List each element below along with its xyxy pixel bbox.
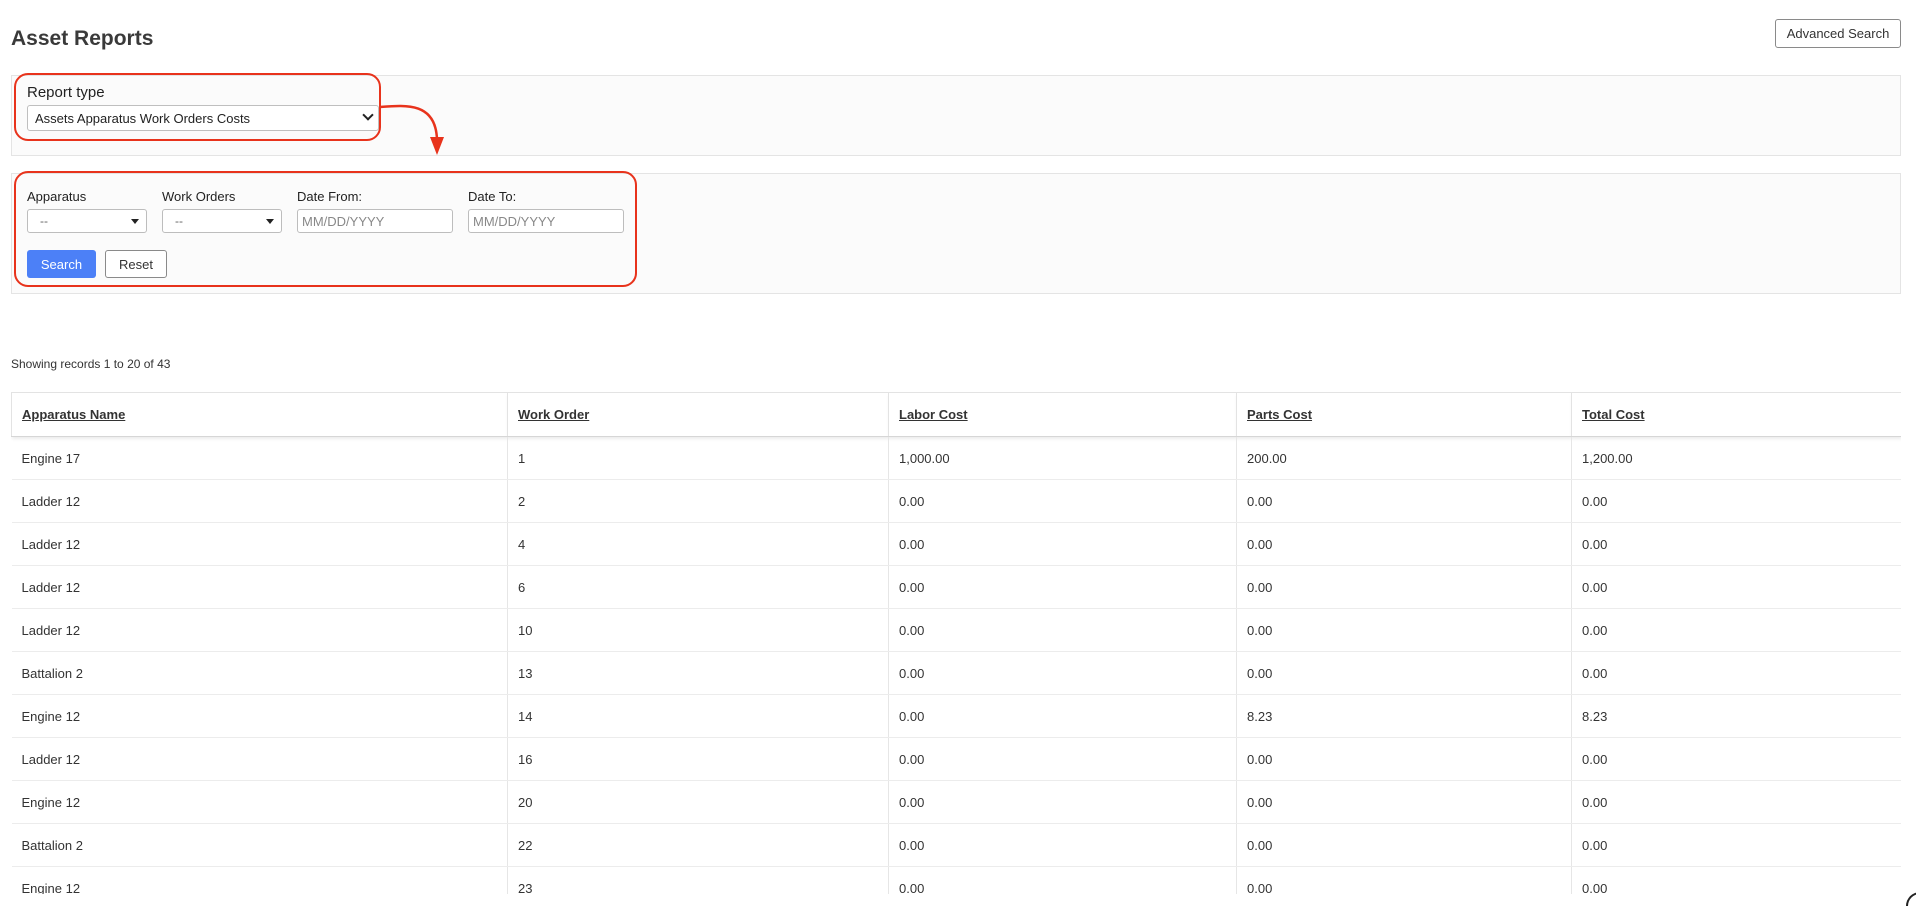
cell-parts-cost: 0.00 xyxy=(1236,565,1572,609)
caret-down-icon xyxy=(266,219,274,224)
cell-labor-cost: 0.00 xyxy=(888,651,1237,695)
column-header-apparatus-name[interactable]: Apparatus Name xyxy=(11,392,508,437)
cell-parts-cost: 200.00 xyxy=(1236,436,1572,480)
table-row: Engine 17 1 1,000.00 200.00 1,200.00 xyxy=(11,436,1901,480)
cell-total-cost: 1,200.00 xyxy=(1571,436,1901,480)
column-header-work-order[interactable]: Work Order xyxy=(507,392,889,437)
report-type-value: Assets Apparatus Work Orders Costs xyxy=(35,111,251,126)
cell-parts-cost: 0.00 xyxy=(1236,737,1572,781)
cell-total-cost: 0.00 xyxy=(1571,737,1901,781)
cell-labor-cost: 0.00 xyxy=(888,780,1237,824)
filters-panel: Apparatus -- Work Orders -- Date From: D… xyxy=(11,173,1901,294)
table-row: Engine 12 20 0.00 0.00 0.00 xyxy=(11,780,1901,824)
resize-corner-icon xyxy=(1906,892,1916,906)
table-row: Battalion 2 22 0.00 0.00 0.00 xyxy=(11,823,1901,867)
apparatus-dropdown[interactable]: -- xyxy=(27,209,147,233)
cell-work-order: 23 xyxy=(507,866,889,894)
cell-labor-cost: 0.00 xyxy=(888,823,1237,867)
cell-parts-cost: 8.23 xyxy=(1236,694,1572,738)
table-row: Battalion 2 13 0.00 0.00 0.00 xyxy=(11,651,1901,695)
cell-total-cost: 8.23 xyxy=(1571,694,1901,738)
cell-work-order: 4 xyxy=(507,522,889,566)
cell-work-order: 10 xyxy=(507,608,889,652)
cell-work-order: 13 xyxy=(507,651,889,695)
column-header-total-cost[interactable]: Total Cost xyxy=(1571,392,1901,437)
annotation-arrow-icon xyxy=(379,104,444,155)
cell-apparatus-name: Ladder 12 xyxy=(11,565,508,609)
cell-total-cost: 0.00 xyxy=(1571,608,1901,652)
cell-total-cost: 0.00 xyxy=(1571,866,1901,894)
cell-apparatus-name: Engine 12 xyxy=(11,694,508,738)
cell-apparatus-name: Ladder 12 xyxy=(11,608,508,652)
cell-labor-cost: 0.00 xyxy=(888,737,1237,781)
date-from-label: Date From: xyxy=(297,189,363,204)
reset-button[interactable]: Reset xyxy=(105,250,167,278)
cell-total-cost: 0.00 xyxy=(1571,651,1901,695)
cell-labor-cost: 0.00 xyxy=(888,694,1237,738)
column-header-parts-cost[interactable]: Parts Cost xyxy=(1236,392,1572,437)
cell-parts-cost: 0.00 xyxy=(1236,866,1572,894)
cell-work-order: 14 xyxy=(507,694,889,738)
cell-parts-cost: 0.00 xyxy=(1236,780,1572,824)
results-table-wrapper: Apparatus Name Work Order Labor Cost Par… xyxy=(11,392,1901,894)
cell-parts-cost: 0.00 xyxy=(1236,608,1572,652)
date-to-input[interactable] xyxy=(468,209,624,233)
cell-apparatus-name: Engine 12 xyxy=(11,866,508,894)
apparatus-value: -- xyxy=(40,214,48,228)
cell-labor-cost: 0.00 xyxy=(888,522,1237,566)
work-orders-dropdown[interactable]: -- xyxy=(162,209,282,233)
cell-labor-cost: 0.00 xyxy=(888,608,1237,652)
search-button[interactable]: Search xyxy=(27,250,96,278)
column-header-labor-cost[interactable]: Labor Cost xyxy=(888,392,1237,437)
table-row: Engine 12 14 0.00 8.23 8.23 xyxy=(11,694,1901,738)
cell-apparatus-name: Engine 17 xyxy=(11,436,508,480)
cell-total-cost: 0.00 xyxy=(1571,565,1901,609)
table-row: Ladder 12 4 0.00 0.00 0.00 xyxy=(11,522,1901,566)
cell-total-cost: 0.00 xyxy=(1571,823,1901,867)
cell-total-cost: 0.00 xyxy=(1571,522,1901,566)
cell-work-order: 16 xyxy=(507,737,889,781)
date-to-label: Date To: xyxy=(468,189,517,204)
work-orders-value: -- xyxy=(175,214,183,228)
cell-parts-cost: 0.00 xyxy=(1236,823,1572,867)
chevron-down-icon xyxy=(362,109,374,121)
cell-apparatus-name: Ladder 12 xyxy=(11,479,508,523)
cell-work-order: 2 xyxy=(507,479,889,523)
cell-total-cost: 0.00 xyxy=(1571,780,1901,824)
cell-parts-cost: 0.00 xyxy=(1236,479,1572,523)
cell-labor-cost: 0.00 xyxy=(888,479,1237,523)
records-summary: Showing records 1 to 20 of 43 xyxy=(11,357,171,371)
report-type-select[interactable]: Assets Apparatus Work Orders Costs xyxy=(27,105,379,131)
table-row: Ladder 12 10 0.00 0.00 0.00 xyxy=(11,608,1901,652)
table-row: Ladder 12 6 0.00 0.00 0.00 xyxy=(11,565,1901,609)
cell-work-order: 1 xyxy=(507,436,889,480)
cell-total-cost: 0.00 xyxy=(1571,479,1901,523)
table-header-row: Apparatus Name Work Order Labor Cost Par… xyxy=(11,392,1901,437)
cell-labor-cost: 0.00 xyxy=(888,866,1237,894)
report-type-panel: Report type Assets Apparatus Work Orders… xyxy=(11,75,1901,156)
cell-work-order: 20 xyxy=(507,780,889,824)
apparatus-label: Apparatus xyxy=(27,189,87,204)
table-row: Ladder 12 2 0.00 0.00 0.00 xyxy=(11,479,1901,523)
cell-apparatus-name: Battalion 2 xyxy=(11,823,508,867)
cell-parts-cost: 0.00 xyxy=(1236,522,1572,566)
page-title: Asset Reports xyxy=(11,27,154,50)
cell-work-order: 22 xyxy=(507,823,889,867)
cell-work-order: 6 xyxy=(507,565,889,609)
cell-apparatus-name: Ladder 12 xyxy=(11,522,508,566)
work-orders-label: Work Orders xyxy=(162,189,236,204)
cell-labor-cost: 1,000.00 xyxy=(888,436,1237,480)
table-row: Ladder 12 16 0.00 0.00 0.00 xyxy=(11,737,1901,781)
table-row: Engine 12 23 0.00 0.00 0.00 xyxy=(11,866,1901,894)
cell-apparatus-name: Battalion 2 xyxy=(11,651,508,695)
caret-down-icon xyxy=(131,219,139,224)
report-type-label: Report type xyxy=(27,84,105,101)
cell-parts-cost: 0.00 xyxy=(1236,651,1572,695)
cell-labor-cost: 0.00 xyxy=(888,565,1237,609)
cell-apparatus-name: Engine 12 xyxy=(11,780,508,824)
date-from-input[interactable] xyxy=(297,209,453,233)
advanced-search-button[interactable]: Advanced Search xyxy=(1775,19,1901,48)
results-table: Apparatus Name Work Order Labor Cost Par… xyxy=(11,392,1901,894)
cell-apparatus-name: Ladder 12 xyxy=(11,737,508,781)
